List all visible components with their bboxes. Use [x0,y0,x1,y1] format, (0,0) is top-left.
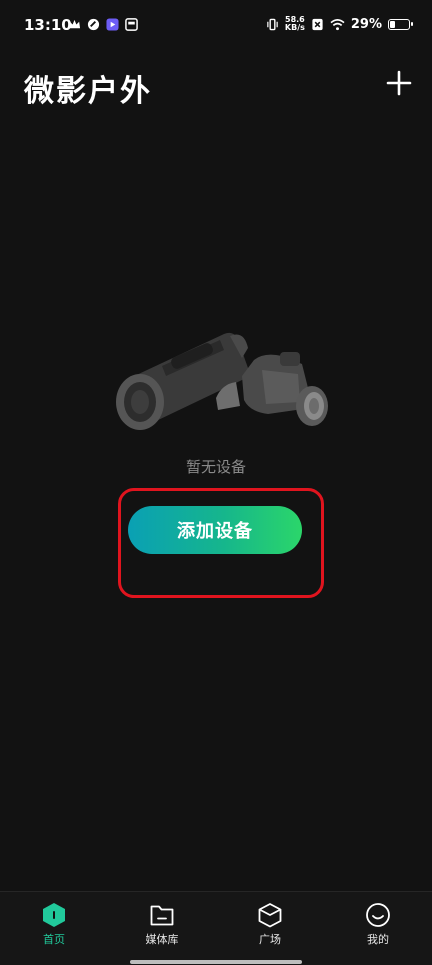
folder-icon [150,905,174,926]
wifi-icon [330,18,345,30]
network-speed: 58.6 KB/s [285,16,305,32]
add-device-button[interactable]: 添加设备 [128,506,302,554]
network-speed-unit: KB/s [284,23,305,32]
nav-item-profile[interactable]: 我的 [324,892,432,952]
no-sim-icon [312,18,323,30]
home-icon [43,903,65,927]
nav-item-media[interactable]: 媒体库 [108,892,216,952]
notification-icons [68,18,138,31]
store-icon [125,18,138,31]
cube-icon [258,903,282,928]
battery-fill [390,20,395,28]
nav-item-square[interactable]: 广场 [216,892,324,952]
home-indicator [130,960,302,964]
plus-icon[interactable] [384,68,414,98]
smile-icon [366,903,390,927]
system-status: 58.6 KB/s 29% [266,16,413,32]
status-time: 13:10 [24,16,72,34]
play-icon [106,18,119,31]
battery-percent: 29% [350,16,382,32]
nav-label-home: 首页 [43,933,65,946]
nav-item-home[interactable]: 首页 [0,892,108,952]
page-title: 微影户外 [24,74,152,109]
monocular-shape [116,332,249,430]
battery-icon [388,18,413,30]
crown-icon [68,19,81,29]
bottom-nav: 首页 媒体库 广场 我的 [0,891,432,965]
vibrate-icon [267,18,278,30]
nav-label-profile: 我的 [367,933,389,946]
nav-label-media: 媒体库 [145,933,179,946]
app-icon [87,18,100,31]
nav-label-square: 广场 [259,933,281,946]
binoculars-monocular-illustration [116,332,328,430]
empty-state-message: 暂无设备 [185,458,246,476]
status-bar: 13:10 58.6 KB/s 29% [0,0,432,52]
